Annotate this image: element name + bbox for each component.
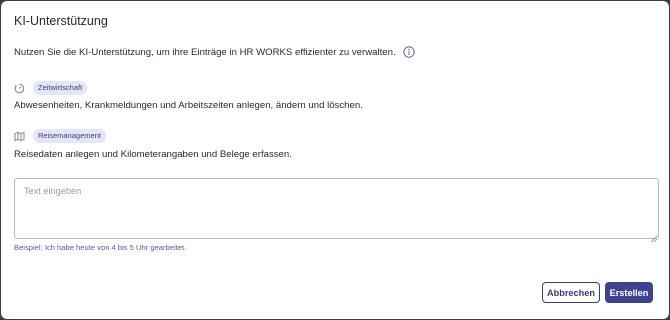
badge-zeitwirtschaft: Zeitwirtschaft [33, 81, 88, 95]
cancel-button[interactable]: Abbrechen [542, 282, 600, 303]
resize-handle-icon[interactable] [650, 230, 658, 243]
timer-icon [14, 83, 25, 94]
section-travel-description: Reisedaten anlegen und Kilometerangaben … [14, 149, 292, 160]
example-hint: Beispiel: Ich habe heute von 4 bis 5 Uhr… [14, 243, 187, 252]
badge-reisemanagement: Reisemanagement [33, 129, 106, 143]
section-time-description: Abwesenheiten, Krankmeldungen und Arbeit… [14, 100, 363, 111]
info-icon[interactable] [402, 46, 415, 58]
map-icon [14, 131, 25, 142]
create-button[interactable]: Erstellen [605, 282, 653, 303]
section-travel-management: Reisemanagement [14, 129, 106, 143]
intro-row: Nutzen Sie die KI-Unterstützung, um ihre… [14, 46, 415, 58]
intro-text: Nutzen Sie die KI-Unterstützung, um ihre… [14, 46, 396, 58]
ai-support-dialog: KI-Unterstützung Nutzen Sie die KI-Unter… [1, 1, 669, 319]
section-time-management: Zeitwirtschaft [14, 81, 88, 95]
dialog-title: KI-Unterstützung [14, 14, 108, 28]
ai-prompt-input[interactable] [14, 178, 659, 239]
